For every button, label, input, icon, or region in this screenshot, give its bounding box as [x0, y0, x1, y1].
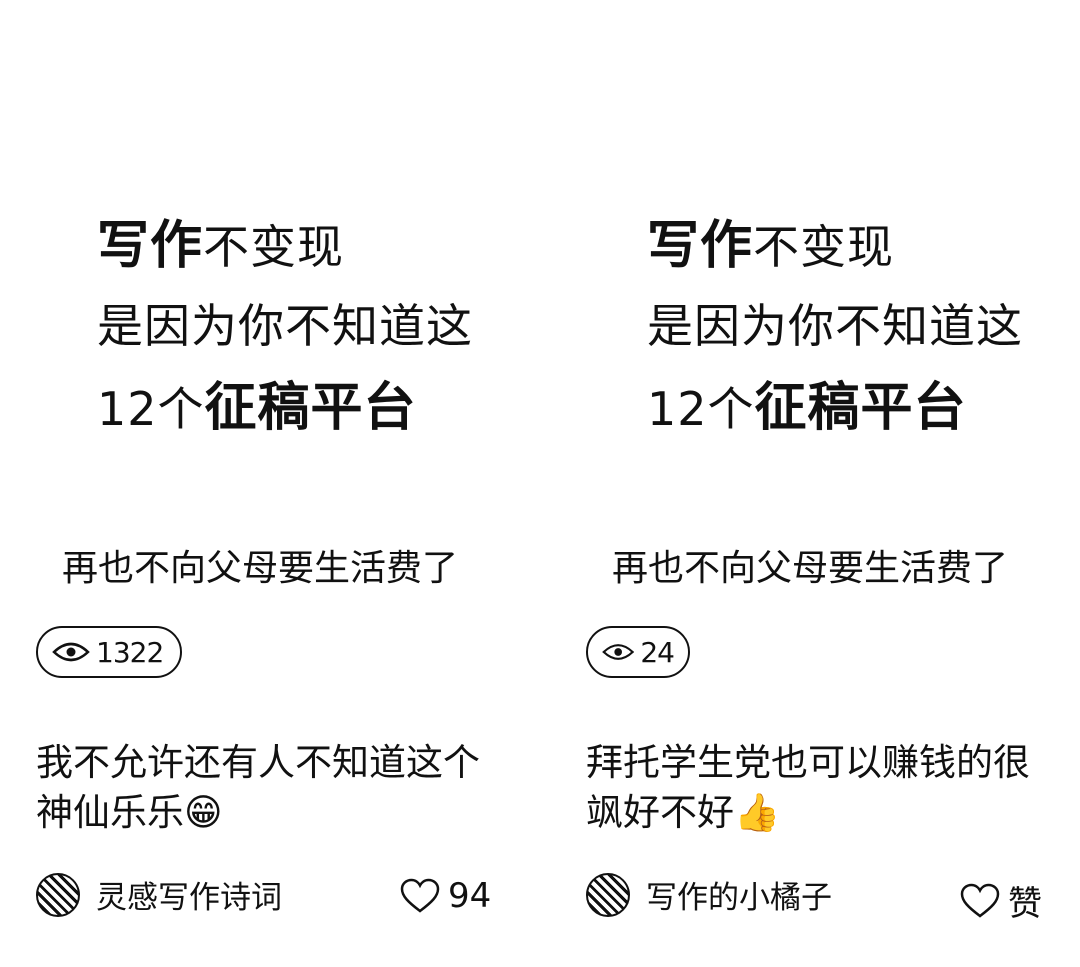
cover-line-2: 是因为你不知道这 [647, 299, 1023, 353]
note-title[interactable]: 我不允许还有人不知道这个神仙乐乐😁 [36, 738, 506, 838]
cover-line-3-prefix: 12个 [97, 382, 205, 436]
like-count: 94 [448, 876, 492, 916]
author-row[interactable]: 写作的小橘子 [586, 872, 832, 917]
views-badge: 24 [586, 626, 690, 678]
avatar[interactable] [586, 872, 630, 917]
views-badge: 1322 [36, 626, 182, 678]
like-count: 赞 [1008, 884, 1042, 924]
cover-line-1: 写作不变现 [97, 218, 344, 275]
like-button[interactable]: 赞 [960, 876, 1042, 925]
cover-line-3: 12个征稿平台 [647, 380, 967, 437]
cover-line-1: 写作不变现 [647, 218, 894, 275]
author-name[interactable]: 灵感写作诗词 [96, 872, 282, 917]
note-title[interactable]: 拜托学生党也可以赚钱的很飒好不好👍 [586, 738, 1056, 838]
cover-line-2: 是因为你不知道这 [97, 299, 473, 353]
eye-icon [602, 644, 635, 660]
views-count: 24 [640, 635, 675, 669]
cover-line-3-prefix: 12个 [647, 382, 755, 436]
cover-line-1-bold: 写作 [97, 216, 204, 276]
author-name[interactable]: 写作的小橘子 [646, 872, 832, 917]
note-card-1[interactable]: 写作不变现 是因为你不知道这 12个征稿平台 再也不向父母要生活费了 1322 … [0, 0, 540, 967]
author-row[interactable]: 灵感写作诗词 [36, 872, 282, 917]
heart-outline-icon[interactable] [960, 883, 1000, 919]
note-card-2[interactable]: 写作不变现 是因为你不知道这 12个征稿平台 再也不向父母要生活费了 24 拜托… [550, 0, 1080, 967]
cover-line-3: 12个征稿平台 [97, 380, 417, 437]
eye-icon [52, 642, 90, 662]
heart-outline-icon[interactable] [400, 878, 440, 914]
cover-line-1-rest: 不变现 [203, 220, 345, 274]
cover-line-3-bold: 征稿平台 [204, 378, 417, 438]
cover-line-1-bold: 写作 [647, 216, 754, 276]
cover-subtitle: 再也不向父母要生活费了 [612, 548, 1009, 589]
cover-line-3-bold: 征稿平台 [754, 378, 967, 438]
views-count: 1322 [96, 635, 164, 669]
like-button[interactable]: 94 [400, 876, 491, 916]
cover-subtitle: 再也不向父母要生活费了 [62, 548, 459, 589]
cover-line-1-rest: 不变现 [753, 220, 895, 274]
avatar[interactable] [36, 872, 80, 917]
